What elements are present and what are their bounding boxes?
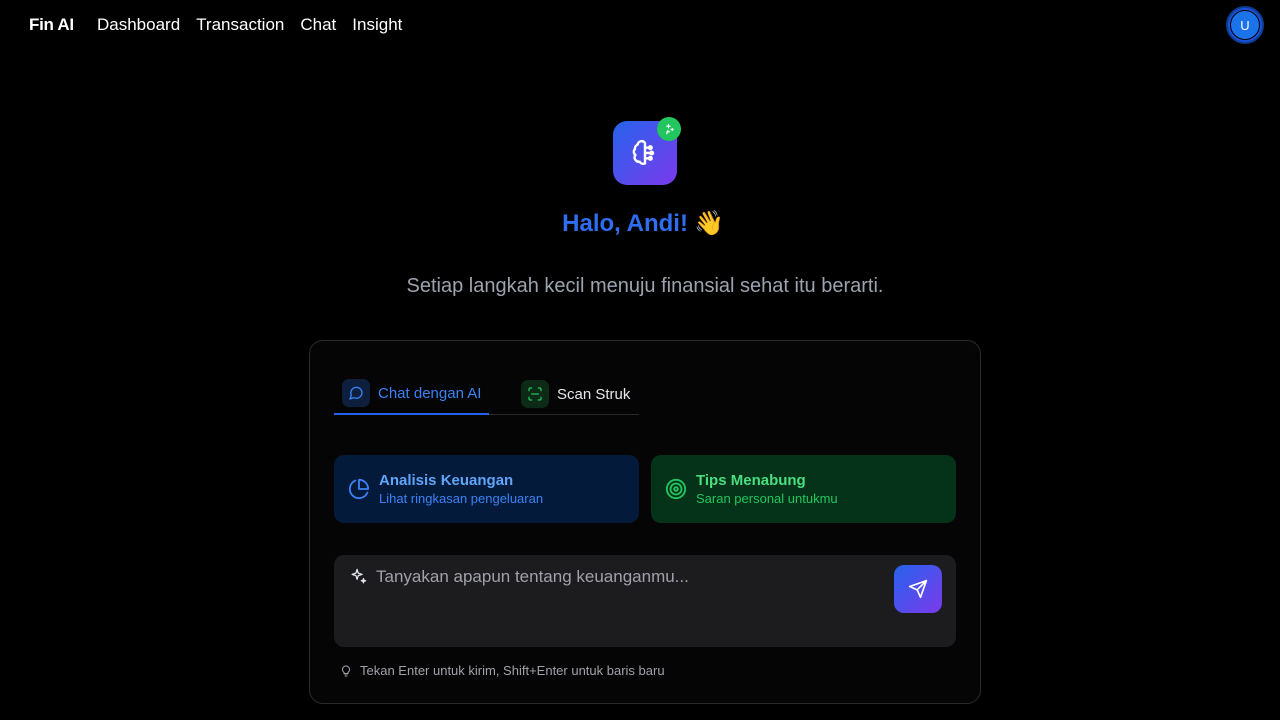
tab-chat-label: Chat dengan AI xyxy=(378,384,482,402)
nav-link-dashboard[interactable]: Dashboard xyxy=(97,15,180,35)
hint-text: Tekan Enter untuk kirim, Shift+Enter unt… xyxy=(360,663,665,678)
sparkle-icon xyxy=(665,123,674,134)
quick-action-financial-analysis[interactable]: Analisis Keuangan Lihat ringkasan pengel… xyxy=(334,455,639,523)
scan-icon xyxy=(521,380,549,408)
quick-action-text: Tips Menabung Saran personal untukmu xyxy=(696,472,838,506)
brand-logo[interactable]: Fin AI xyxy=(29,15,74,35)
brain-icon xyxy=(632,140,655,166)
nav-link-transaction[interactable]: Transaction xyxy=(196,15,284,35)
quick-action-subtitle: Lihat ringkasan pengeluaran xyxy=(379,491,544,506)
nav-links: Dashboard Transaction Chat Insight xyxy=(97,15,402,35)
top-navbar: Fin AI Dashboard Transaction Chat Insigh… xyxy=(0,0,1280,50)
user-avatar[interactable]: U xyxy=(1226,6,1264,44)
chat-bubble-icon xyxy=(342,379,370,407)
logo-badge xyxy=(657,117,681,141)
pie-chart-icon xyxy=(348,478,370,499)
quick-action-title: Analisis Keuangan xyxy=(379,472,514,489)
tab-chat-with-ai[interactable]: Chat dengan AI xyxy=(334,373,489,415)
mode-tabs: Chat dengan AI Scan Struk xyxy=(334,373,639,415)
quick-action-title: Tips Menabung xyxy=(696,472,806,489)
greeting-subtitle: Setiap langkah kecil menuju finansial se… xyxy=(406,275,884,297)
target-icon xyxy=(665,478,687,500)
sparkle-icon xyxy=(351,568,367,584)
tab-scan-receipt[interactable]: Scan Struk xyxy=(521,373,639,415)
avatar-initial: U xyxy=(1230,10,1260,40)
lightbulb-icon xyxy=(342,664,350,676)
nav-link-chat[interactable]: Chat xyxy=(300,15,336,35)
tab-scan-label: Scan Struk xyxy=(557,385,631,403)
keyboard-hint: Tekan Enter untuk kirim, Shift+Enter unt… xyxy=(340,663,665,678)
chat-input[interactable] xyxy=(376,567,876,627)
send-button[interactable] xyxy=(894,565,942,613)
assistant-card: Chat dengan AI Scan Struk Analisis Keuan… xyxy=(309,340,981,704)
quick-action-text: Analisis Keuangan Lihat ringkasan pengel… xyxy=(379,472,543,506)
quick-action-subtitle: Saran personal untukmu xyxy=(696,491,838,506)
send-icon xyxy=(908,579,928,599)
greeting-text: Halo, Andi! xyxy=(562,210,688,237)
chat-composer xyxy=(334,555,956,647)
waving-hand-emoji: 👋 xyxy=(693,210,724,237)
greeting-heading: Halo, Andi! 👋 xyxy=(0,209,1280,238)
nav-link-insight[interactable]: Insight xyxy=(352,15,402,35)
quick-action-saving-tips[interactable]: Tips Menabung Saran personal untukmu xyxy=(651,455,956,523)
